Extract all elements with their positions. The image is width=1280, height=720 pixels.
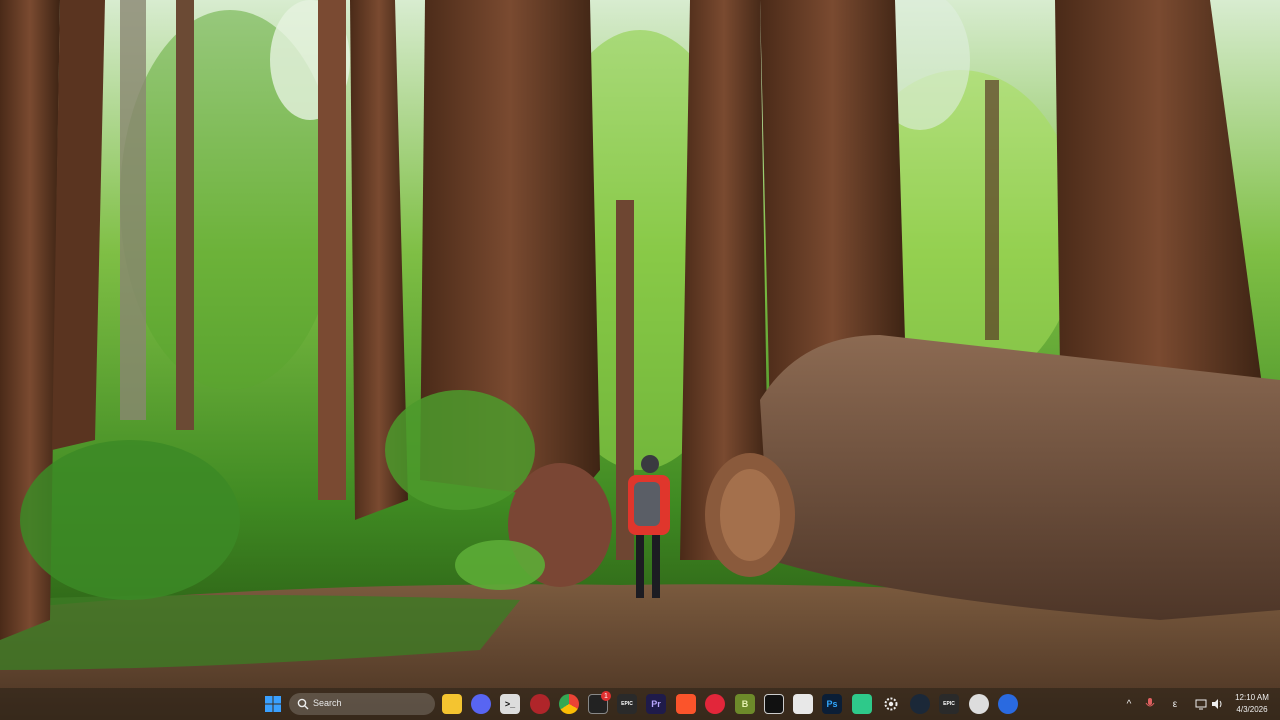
gear-icon [884,697,898,711]
clock-time: 12:10 AM [1235,693,1269,702]
clock[interactable]: 12:10 AM 4/3/2026 [1229,692,1275,716]
microphone-icon[interactable] [1142,696,1158,712]
mic-icon [1145,698,1155,707]
epic-games-2-icon[interactable]: EPIC [939,694,959,714]
capcut-icon[interactable] [764,694,784,714]
notification-badge: 1 [601,691,611,701]
volume-icon[interactable] [1209,696,1225,712]
minecraft-icon[interactable] [793,694,813,714]
start-button[interactable] [263,694,283,714]
brave-icon[interactable] [676,694,696,714]
monitor-icon [1195,699,1207,710]
obs-icon[interactable] [969,694,989,714]
terminal-icon[interactable]: >_ [500,694,520,714]
clock-date: 4/3/2026 [1236,705,1268,714]
show-hidden-icons-chevron-icon[interactable]: ^ [1121,696,1137,712]
ime-indicator[interactable]: ε [1167,696,1183,712]
taskbar: Search >_ EPIC Pr B Ps EPIC ^ ε 12:10 AM… [0,688,1280,720]
chrome-icon[interactable] [559,694,579,714]
green-square-app-icon[interactable] [852,694,872,714]
file-explorer-icon[interactable] [442,694,462,714]
search-icon [297,698,309,710]
epic-games-icon[interactable]: EPIC [617,694,637,714]
red-square-app-icon[interactable] [705,694,725,714]
discord-icon[interactable] [471,694,491,714]
photoshop-icon[interactable]: Ps [822,694,842,714]
network-icon[interactable] [1193,696,1209,712]
speaker-icon [1212,699,1222,709]
premiere-pro-icon[interactable]: Pr [646,694,666,714]
red-circle-app-icon[interactable] [530,694,550,714]
windows-logo-icon [265,696,281,712]
settings-gear-icon[interactable] [881,694,901,714]
search-box[interactable]: Search [289,693,435,715]
desktop-wallpaper [0,0,1280,720]
steam-icon[interactable] [910,694,930,714]
search-placeholder: Search [313,698,342,708]
blue-circle-app-icon[interactable] [998,694,1018,714]
green-b-app-icon[interactable]: B [735,694,755,714]
